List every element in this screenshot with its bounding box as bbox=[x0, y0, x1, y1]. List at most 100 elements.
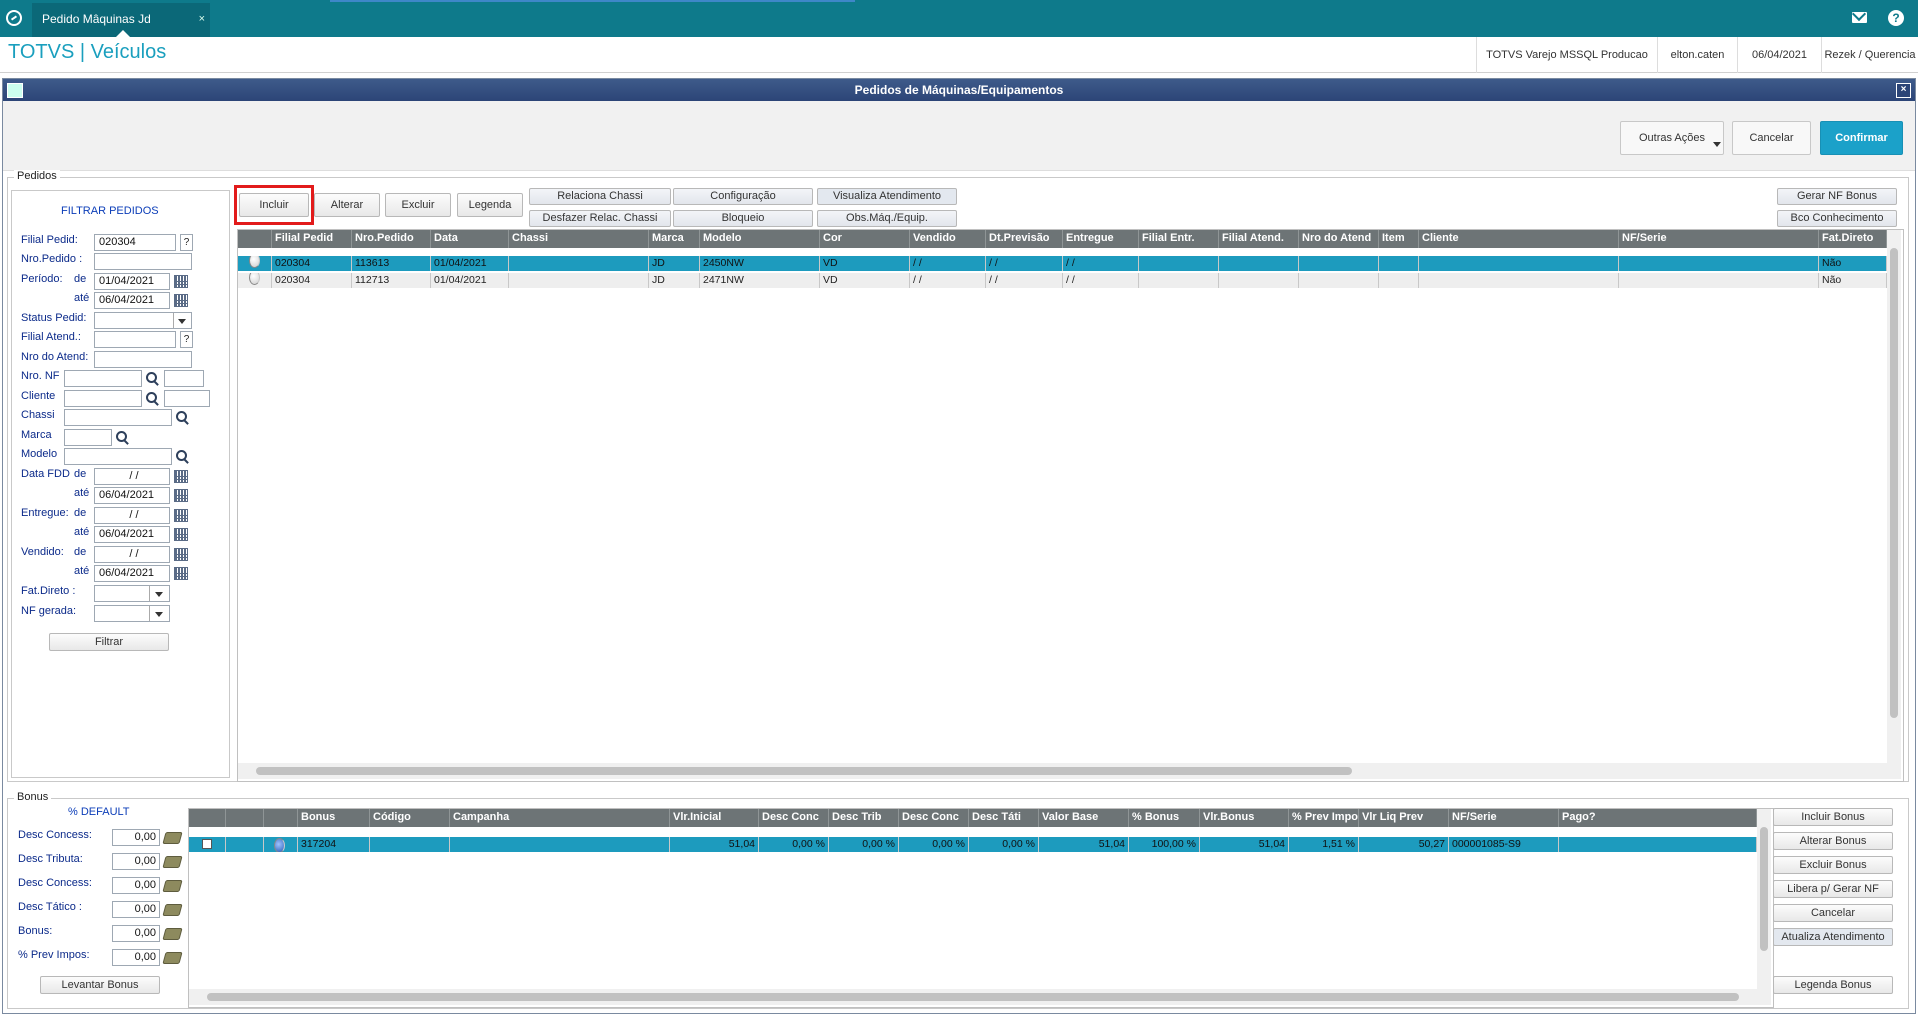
col-header[interactable]: Item bbox=[1379, 230, 1419, 248]
nro-pedido-input[interactable] bbox=[94, 253, 192, 270]
vendido-de-input[interactable]: / / bbox=[94, 546, 170, 563]
col-header[interactable]: NF/Serie bbox=[1449, 809, 1559, 827]
alterar-bonus-button[interactable]: Alterar Bonus bbox=[1773, 832, 1893, 850]
col-header[interactable]: Código bbox=[370, 809, 450, 827]
nro-nf-input[interactable] bbox=[64, 370, 142, 387]
cliente-input[interactable] bbox=[64, 390, 142, 407]
scroll-thumb[interactable] bbox=[207, 993, 1739, 1001]
col-header[interactable]: Cliente bbox=[1419, 230, 1619, 248]
desc-tributa-input[interactable]: 0,00 bbox=[112, 853, 160, 870]
excluir-bonus-button[interactable]: Excluir Bonus bbox=[1773, 856, 1893, 874]
col-header[interactable]: Desc Táti bbox=[969, 809, 1039, 827]
levantar-bonus-button[interactable]: Levantar Bonus bbox=[40, 976, 160, 994]
vendido-ate-input[interactable]: 06/04/2021 bbox=[94, 565, 170, 582]
calendar-icon[interactable] bbox=[174, 528, 188, 541]
money-icon[interactable] bbox=[162, 856, 183, 868]
row-radio-icon[interactable] bbox=[249, 273, 260, 285]
cancelar-button[interactable]: Cancelar bbox=[1732, 121, 1811, 155]
prev-impos-input[interactable]: 0,00 bbox=[112, 949, 160, 966]
alterar-button[interactable]: Alterar bbox=[314, 193, 380, 217]
col-header[interactable]: Fat.Direto bbox=[1819, 230, 1887, 248]
nro-atend-input[interactable] bbox=[94, 351, 192, 368]
bonus-input[interactable]: 0,00 bbox=[112, 925, 160, 942]
bco-conhecimento-button[interactable]: Bco Conhecimento bbox=[1777, 210, 1897, 227]
tab-pedido-maquinas[interactable]: Pedido Mâquinas Jd [02.9.0011] × bbox=[32, 3, 210, 58]
row-checkbox[interactable] bbox=[202, 839, 212, 849]
money-icon[interactable] bbox=[162, 880, 183, 892]
chassi-input[interactable] bbox=[64, 409, 172, 426]
col-header[interactable]: Vendido bbox=[910, 230, 986, 248]
col-header[interactable]: Cor bbox=[820, 230, 910, 248]
fdd-de-input[interactable]: / / bbox=[94, 468, 170, 485]
filial-input[interactable]: 020304 bbox=[94, 234, 176, 251]
libera-gerar-nf-button[interactable]: Libera p/ Gerar NF bbox=[1773, 880, 1893, 898]
cancelar-bonus-button[interactable]: Cancelar bbox=[1773, 904, 1893, 922]
fat-direto-select[interactable] bbox=[94, 585, 170, 602]
calendar-icon[interactable] bbox=[174, 567, 188, 580]
scroll-thumb[interactable] bbox=[1890, 248, 1898, 718]
search-icon[interactable] bbox=[176, 411, 189, 424]
nf-gerada-select[interactable] bbox=[94, 605, 170, 622]
col-header[interactable]: Dt.Previsão bbox=[986, 230, 1063, 248]
totvs-logo-icon[interactable] bbox=[6, 10, 22, 26]
col-header[interactable]: Desc Conc bbox=[899, 809, 969, 827]
col-header[interactable]: Filial Pedid bbox=[272, 230, 352, 248]
bloqueio-button[interactable]: Bloqueio bbox=[673, 210, 813, 227]
col-header[interactable]: Filial Entr. bbox=[1139, 230, 1219, 248]
nro-nf-serie-input[interactable] bbox=[164, 370, 204, 387]
cliente-loja-input[interactable] bbox=[164, 390, 210, 407]
col-header[interactable]: Vlr Liq Prev bbox=[1359, 809, 1449, 827]
filtrar-button[interactable]: Filtrar bbox=[49, 633, 169, 651]
col-header[interactable]: Nro.Pedido bbox=[352, 230, 431, 248]
bonus-vertical-scrollbar[interactable] bbox=[1757, 809, 1771, 989]
col-header[interactable]: Valor Base bbox=[1039, 809, 1129, 827]
gerar-nf-bonus-button[interactable]: Gerar NF Bonus bbox=[1777, 188, 1897, 205]
money-icon[interactable] bbox=[162, 904, 183, 916]
modelo-input[interactable] bbox=[64, 448, 172, 465]
marca-input[interactable] bbox=[64, 429, 112, 446]
table-row[interactable]: 317204 51,04 0,00 % 0,00 % 0,00 % 0,00 %… bbox=[189, 837, 1757, 852]
money-icon[interactable] bbox=[162, 928, 183, 940]
status-select[interactable] bbox=[94, 312, 192, 329]
desfazer-relac-chassi-button[interactable]: Desfazer Relac. Chassi bbox=[529, 210, 671, 227]
filial-lookup-button[interactable]: ? bbox=[180, 234, 193, 251]
col-header[interactable]: Desc Conc bbox=[759, 809, 829, 827]
col-header[interactable]: Desc Trib bbox=[829, 809, 899, 827]
relaciona-chassi-button[interactable]: Relaciona Chassi bbox=[529, 188, 671, 205]
periodo-de-input[interactable]: 01/04/2021 bbox=[94, 273, 170, 290]
money-icon[interactable] bbox=[162, 952, 183, 964]
desc-concess-input[interactable]: 0,00 bbox=[112, 829, 160, 846]
col-header[interactable]: % Prev Impo bbox=[1289, 809, 1359, 827]
col-header[interactable]: Pago? bbox=[1559, 809, 1757, 827]
calendar-icon[interactable] bbox=[174, 275, 188, 288]
calendar-icon[interactable] bbox=[174, 470, 188, 483]
excluir-button[interactable]: Excluir bbox=[385, 193, 451, 217]
configuracao-button[interactable]: Configuração bbox=[673, 188, 813, 205]
filial-atend-input[interactable] bbox=[94, 331, 176, 348]
col-header[interactable]: Vlr.Bonus bbox=[1200, 809, 1289, 827]
calendar-icon[interactable] bbox=[174, 294, 188, 307]
window-close-icon[interactable]: × bbox=[1896, 83, 1911, 98]
col-header[interactable]: Marca bbox=[649, 230, 700, 248]
pedidos-horizontal-scrollbar[interactable] bbox=[238, 763, 1901, 779]
entregue-de-input[interactable]: / / bbox=[94, 507, 170, 524]
desc-concess-2-input[interactable]: 0,00 bbox=[112, 877, 160, 894]
col-header[interactable]: Modelo bbox=[700, 230, 820, 248]
filial-atend-lookup-button[interactable]: ? bbox=[180, 331, 193, 348]
bonus-horizontal-scrollbar[interactable] bbox=[189, 989, 1771, 1005]
incluir-bonus-button[interactable]: Incluir Bonus bbox=[1773, 808, 1893, 826]
atualiza-atendimento-button[interactable]: Atualiza Atendimento bbox=[1773, 928, 1893, 946]
desc-tatico-input[interactable]: 0,00 bbox=[112, 901, 160, 918]
entregue-ate-input[interactable]: 06/04/2021 bbox=[94, 526, 170, 543]
fdd-ate-input[interactable]: 06/04/2021 bbox=[94, 487, 170, 504]
tab-close-icon[interactable]: × bbox=[199, 3, 205, 35]
search-icon[interactable] bbox=[176, 450, 189, 463]
periodo-ate-input[interactable]: 06/04/2021 bbox=[94, 292, 170, 309]
col-header[interactable]: Nro do Atend bbox=[1299, 230, 1379, 248]
col-header[interactable]: Vlr.Inicial bbox=[670, 809, 759, 827]
search-icon[interactable] bbox=[146, 392, 159, 405]
table-row[interactable]: 020304 112713 01/04/2021 JD 2471NW VD / … bbox=[238, 273, 1887, 288]
col-header[interactable]: Data bbox=[431, 230, 509, 248]
col-header[interactable]: Bonus bbox=[298, 809, 370, 827]
col-header[interactable]: % Bonus bbox=[1129, 809, 1200, 827]
